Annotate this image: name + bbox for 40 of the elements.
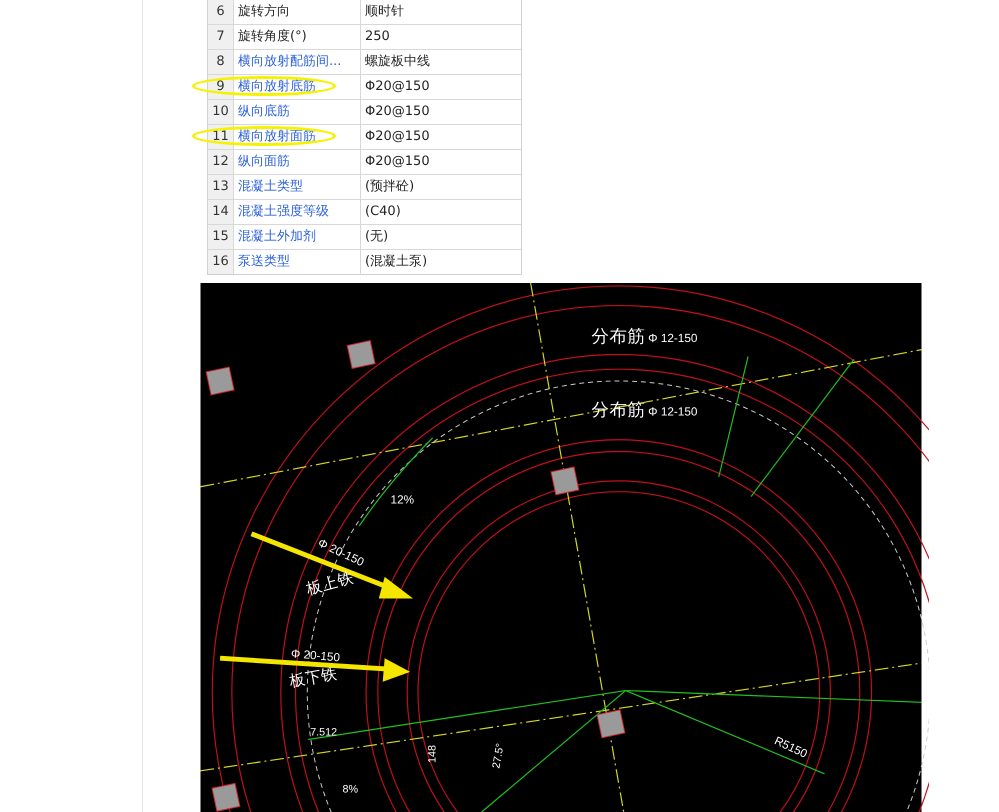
row-number: 14 xyxy=(208,200,234,224)
property-name[interactable]: 横向放射配筋间... xyxy=(234,50,361,74)
drawing-label: 148 xyxy=(426,745,439,764)
row-number: 8 xyxy=(208,50,234,74)
drawing-label: 8% xyxy=(342,783,358,796)
property-name[interactable]: 混凝土外加剂 xyxy=(234,225,361,249)
row-number: 16 xyxy=(208,250,234,274)
drawing-label: 12% xyxy=(390,493,414,506)
row-number: 7 xyxy=(208,25,234,49)
property-name[interactable]: 混凝土强度等级 xyxy=(234,200,361,224)
row-number: 15 xyxy=(208,225,234,249)
property-value: (无) xyxy=(364,228,388,246)
property-name[interactable]: 纵向面筋 xyxy=(234,150,361,174)
drawing-label: Φ 12-150 xyxy=(648,405,698,418)
property-value: 250 xyxy=(364,28,390,46)
property-value: Φ20@150 xyxy=(364,103,430,121)
row-number: 12 xyxy=(208,150,234,174)
drawing-label: Φ 20-150 xyxy=(290,647,341,664)
property-name: 旋转方向 xyxy=(234,0,361,24)
drawing-label: 板上铁 xyxy=(304,570,356,598)
property-value: 螺旋板中线 xyxy=(364,53,430,71)
property-value: Φ20@150 xyxy=(364,153,430,171)
drawing-label: 7.512 xyxy=(310,726,338,739)
property-name[interactable]: 纵向底筋 xyxy=(234,100,361,124)
row-number: 13 xyxy=(208,175,234,199)
drawing-label: 分布筋 xyxy=(591,326,646,346)
row-number: 6 xyxy=(208,0,234,24)
property-name: 旋转角度(°) xyxy=(234,25,361,49)
property-value: (预拌砼) xyxy=(364,178,414,196)
property-value: Φ20@150 xyxy=(364,128,430,146)
property-name[interactable]: 泵送类型 xyxy=(234,250,361,274)
property-value: 顺时针 xyxy=(364,3,404,21)
property-value: (C40) xyxy=(364,203,401,221)
property-value: (混凝土泵) xyxy=(364,253,428,271)
drawing-label: 27.5° xyxy=(490,742,507,770)
property-name[interactable]: 混凝土类型 xyxy=(234,175,361,199)
row-number: 10 xyxy=(208,100,234,124)
property-value: Φ20@150 xyxy=(364,78,430,96)
drawing-label: Φ 12-150 xyxy=(648,332,698,345)
drawing-label: 板下铁 xyxy=(288,665,339,691)
